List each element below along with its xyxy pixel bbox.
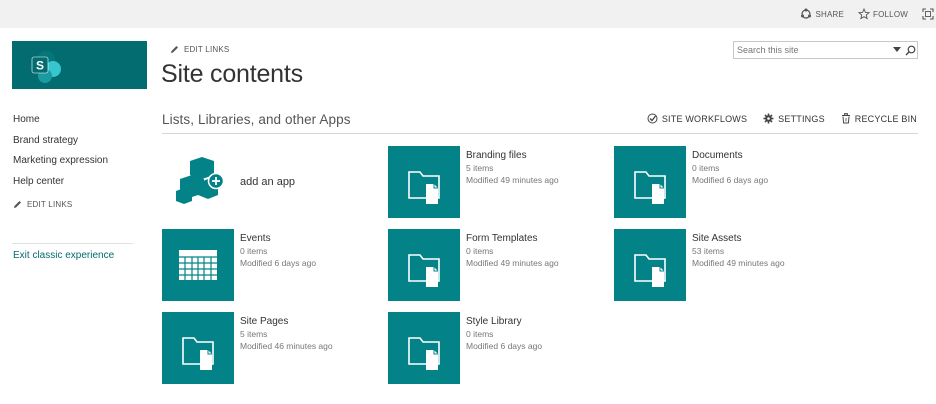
tile-title[interactable]: Branding files xyxy=(466,149,559,162)
share-icon xyxy=(801,8,812,19)
header-edit-links-label: EDIT LINKS xyxy=(184,45,230,54)
tile-item-count: 0 items xyxy=(692,163,720,173)
nav-item-brand-strategy[interactable]: Brand strategy xyxy=(13,133,133,154)
section-divider xyxy=(162,133,918,134)
quick-launch-nav: Home Brand strategy Marketing expression… xyxy=(13,112,133,209)
header-edit-links[interactable]: EDIT LINKS xyxy=(170,45,229,54)
add-app-icon xyxy=(176,157,225,204)
tile-modified: Modified 6 days ago xyxy=(466,341,543,351)
site-workflows-label: SITE WORKFLOWS xyxy=(661,113,748,124)
add-an-app-label: add an app xyxy=(240,176,296,188)
tile-title[interactable]: Site Assets xyxy=(692,232,785,245)
workflow-check-icon xyxy=(647,113,658,124)
app-tile-style-library[interactable]: Style Library 0 items Modified 6 days ag… xyxy=(388,312,542,384)
tile-modified: Modified 49 minutes ago xyxy=(692,258,785,268)
nav-item-home[interactable]: Home xyxy=(13,112,133,133)
folder-doc-icon xyxy=(388,312,460,384)
tile-item-count: 0 items xyxy=(466,329,494,339)
folder-doc-icon xyxy=(614,229,686,301)
site-workflows-button[interactable]: SITE WORKFLOWS xyxy=(647,113,747,124)
nav-edit-links[interactable]: EDIT LINKS xyxy=(13,200,133,209)
calendar-icon xyxy=(162,229,234,301)
settings-button[interactable]: SETTINGS xyxy=(763,113,825,124)
nav-item-marketing-expression[interactable]: Marketing expression xyxy=(13,153,133,174)
tile-modified: Modified 46 minutes ago xyxy=(240,341,333,351)
nav-divider xyxy=(12,243,133,244)
pencil-icon xyxy=(171,46,178,53)
tile-modified: Modified 6 days ago xyxy=(240,258,317,268)
caret-down-icon xyxy=(893,47,901,52)
app-tile-site-assets[interactable]: Site Assets 53 items Modified 49 minutes… xyxy=(614,229,785,301)
tile-title[interactable]: Events xyxy=(240,232,316,245)
section-title: Lists, Libraries, and other Apps xyxy=(162,112,351,127)
tile-modified: Modified 49 minutes ago xyxy=(466,175,559,185)
search-scope-dropdown[interactable] xyxy=(891,47,903,53)
tile-title[interactable]: Site Pages xyxy=(240,315,333,328)
star-icon xyxy=(858,8,871,20)
settings-label: SETTINGS xyxy=(778,113,825,124)
folder-doc-icon xyxy=(614,146,686,218)
app-tile-form-templates[interactable]: Form Templates 0 items Modified 49 minut… xyxy=(388,229,559,301)
nav-edit-links-label: EDIT LINKS xyxy=(27,200,73,209)
add-an-app-button[interactable]: add an app xyxy=(172,157,295,207)
share-button[interactable]: SHARE xyxy=(800,8,844,20)
svg-text:S: S xyxy=(36,59,44,73)
pencil-icon xyxy=(14,201,21,208)
recycle-bin-label: RECYCLE BIN xyxy=(854,113,917,124)
tile-item-count: 53 items xyxy=(692,246,725,256)
section-actions: SITE WORKFLOWS SETTINGS RECYCLE BIN xyxy=(647,113,917,124)
focus-content-button[interactable] xyxy=(922,8,934,20)
tile-item-count: 5 items xyxy=(466,163,494,173)
follow-button[interactable]: FOLLOW xyxy=(858,8,908,20)
search-input[interactable] xyxy=(734,42,891,58)
page-actions: SHARE FOLLOW xyxy=(800,0,934,28)
suite-bar: SHARE FOLLOW xyxy=(0,0,936,28)
page-title: Site contents xyxy=(161,60,303,88)
gear-icon xyxy=(763,113,774,124)
tile-item-count: 0 items xyxy=(466,246,494,256)
app-tile-documents[interactable]: Documents 0 items Modified 6 days ago xyxy=(614,146,768,218)
focus-icon xyxy=(922,8,934,20)
nav-item-help-center[interactable]: Help center xyxy=(13,174,133,195)
tile-modified: Modified 6 days ago xyxy=(692,175,769,185)
search-button[interactable] xyxy=(903,45,917,56)
app-tile-site-pages[interactable]: Site Pages 5 items Modified 46 minutes a… xyxy=(162,312,333,384)
folder-doc-icon xyxy=(388,229,460,301)
follow-label: FOLLOW xyxy=(873,9,908,19)
tile-title[interactable]: Style Library xyxy=(466,315,542,328)
app-tile-branding-files[interactable]: Branding files 5 items Modified 49 minut… xyxy=(388,146,559,218)
exit-classic-link[interactable]: Exit classic experience xyxy=(13,250,114,261)
tile-title[interactable]: Form Templates xyxy=(466,232,559,245)
site-logo[interactable]: S xyxy=(12,41,147,89)
tile-item-count: 0 items xyxy=(240,246,268,256)
trash-icon xyxy=(841,113,850,124)
tile-item-count: 5 items xyxy=(240,329,268,339)
tile-title[interactable]: Documents xyxy=(692,149,768,162)
folder-doc-icon xyxy=(162,312,234,384)
sharepoint-logo-icon: S xyxy=(31,51,61,83)
search-box xyxy=(733,41,918,59)
app-tile-events[interactable]: Events 0 items Modified 6 days ago xyxy=(162,229,316,301)
search-icon xyxy=(905,45,915,55)
share-label: SHARE xyxy=(815,9,845,19)
recycle-bin-button[interactable]: RECYCLE BIN xyxy=(841,113,917,124)
tile-modified: Modified 49 minutes ago xyxy=(466,258,559,268)
folder-doc-icon xyxy=(388,146,460,218)
